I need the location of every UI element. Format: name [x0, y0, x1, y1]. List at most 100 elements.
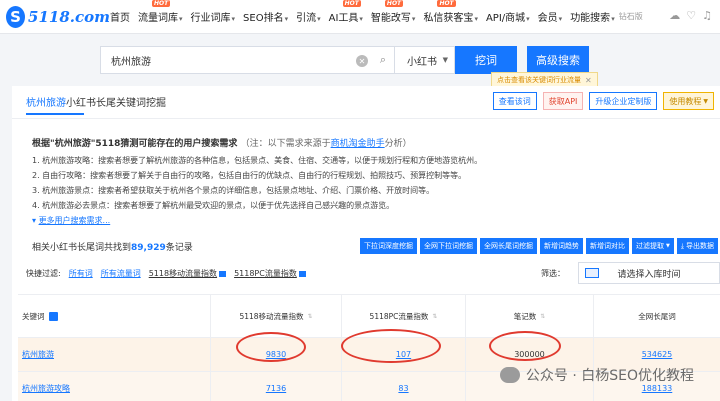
new-word-compare-button[interactable]: 新增词对比 — [586, 238, 630, 254]
get-api-button[interactable]: 获取API — [542, 92, 584, 110]
deep-dropdown-dig-button[interactable]: 下拉词深度挖掘 — [360, 238, 418, 254]
nav-item[interactable]: 智能改写▾ HOT — [370, 0, 415, 24]
cell-keyword[interactable]: 杭州旅游攻略 — [18, 372, 210, 401]
chevron-down-icon: ▾ — [284, 15, 289, 23]
filter-icon — [219, 270, 227, 277]
nav-item-label: 私信获客宝 — [423, 13, 474, 24]
quick-filters: 快捷过滤: 所有词 所有流量词 5118移动流量指数 5118PC流量指数 — [26, 268, 306, 279]
view-keyword-button[interactable]: 查看该词 — [492, 92, 537, 110]
highlight-circle — [341, 329, 441, 363]
col-header-longtail[interactable]: 全网长尾词 — [593, 295, 720, 337]
more-needs-link[interactable]: ▾ 更多用户搜索需求... — [32, 213, 702, 228]
col-header-mobile-label: 5118移动流量指数 — [239, 311, 304, 321]
nav-item-label: 智能改写 — [370, 13, 411, 24]
intro-line: 1. 杭州旅游攻略：搜索者想要了解杭州旅游的各种信息，包括景点、美食、住宿、交通… — [32, 156, 483, 165]
logo-text: 5118.com — [28, 7, 110, 26]
chevron-down-icon: ▼ — [442, 56, 448, 64]
intro-note-link[interactable]: 商机淘金助手 — [331, 139, 385, 149]
heart-icon[interactable]: ♡ — [686, 9, 696, 22]
filter-all-words[interactable]: 所有词 — [69, 268, 93, 279]
watermark: 公众号 · 白杨SEO优化教程 — [499, 365, 694, 385]
cell-mobile-index[interactable]: 7136 — [210, 372, 341, 401]
nav-item-label: SEO排名 — [243, 13, 284, 24]
logo-mark: S — [6, 5, 26, 28]
nav-item-label: 流量词库 — [138, 13, 178, 24]
nav-right-icons: ☁ ♡ ♫ — [669, 9, 712, 22]
nav-item[interactable]: 首页 — [110, 9, 130, 24]
keyword-tool-icon[interactable] — [48, 311, 58, 321]
date-picker-placeholder: 请选择入库时间 — [617, 269, 681, 280]
export-icon: ⤓ — [680, 241, 684, 250]
nav-item[interactable]: 流量词库▾ HOT — [138, 0, 183, 24]
wechat-icon — [499, 367, 520, 383]
dig-button[interactable]: 挖词 — [455, 46, 517, 74]
chevron-down-icon: ▾ — [359, 15, 363, 23]
platform-select[interactable]: 小红书 ▼ — [395, 46, 455, 74]
chevron-down-icon: ▾ — [474, 15, 478, 23]
filter-extract-label: 过滤提取 — [636, 242, 665, 250]
close-icon[interactable]: ✕ — [585, 76, 592, 85]
quick-filter-label: 快捷过滤: — [26, 269, 61, 278]
screen-label: 筛选： — [541, 269, 565, 278]
sort-icon: ⇅ — [540, 312, 546, 320]
col-header-keyword[interactable]: 关键词 — [18, 295, 210, 337]
search-input[interactable]: 杭州旅游 ✕ ⌕ — [100, 46, 395, 74]
nav-item[interactable]: 行业词库▾ — [191, 9, 236, 24]
result-count: 相关小红书长尾词共找到89,929条记录 — [32, 240, 193, 253]
filter-extract-button[interactable]: 过滤提取 ▼ — [632, 238, 674, 254]
nav-item[interactable]: 会员▾ — [538, 9, 563, 24]
advanced-search-button[interactable]: 高级搜索 — [527, 46, 589, 74]
search-bar: 杭州旅游 ✕ ⌕ 小红书 ▼ 挖词 高级搜索 — [100, 46, 589, 74]
web-dropdown-dig-button[interactable]: 全网下拉词挖掘 — [420, 238, 478, 254]
intro-heading-text: 根据"杭州旅游"5118猜测可能存在的用户搜索需求 — [32, 139, 238, 149]
filter-pc-index[interactable]: 5118PC流量指数 — [234, 268, 306, 279]
nav-item[interactable]: 功能搜索▾ — [570, 9, 615, 24]
highlight-circle — [489, 331, 561, 361]
hot-badge: HOT — [384, 0, 404, 7]
search-input-value: 杭州旅游 — [111, 56, 151, 68]
tutorial-label: 使用教程 — [669, 96, 702, 106]
col-header-mobile-index[interactable]: 5118移动流量指数 ⇅ — [210, 295, 341, 337]
cell-pc-index[interactable]: 83 — [341, 372, 465, 401]
nav-item[interactable]: API/商城▾ — [486, 9, 530, 24]
calendar-icon — [585, 268, 599, 278]
export-label: 导出数据 — [686, 242, 714, 250]
bell-icon[interactable]: ♫ — [702, 9, 712, 22]
nav-item-label: 会员 — [537, 13, 558, 24]
export-data-button[interactable]: ⤓ 导出数据 — [676, 238, 718, 254]
logo[interactable]: S 5118.com — [6, 5, 110, 28]
hot-badge: HOT — [342, 0, 361, 7]
col-header-notes-label: 笔记数 — [513, 311, 537, 321]
filter-mobile-index[interactable]: 5118移动流量指数 — [149, 268, 227, 279]
sort-icon: ⇅ — [432, 312, 438, 320]
nav-item[interactable]: AI工具▾ HOT — [329, 0, 363, 24]
sort-icon: ⇅ — [307, 312, 313, 320]
platform-select-value: 小红书 — [407, 56, 437, 68]
divider — [12, 118, 720, 119]
chevron-down-icon: ▾ — [231, 15, 236, 23]
intro-note-suffix: 分析） — [384, 139, 412, 149]
chevron-down-icon: ▼ — [666, 243, 670, 249]
nav-item[interactable]: 私信获客宝▾ HOT — [423, 0, 478, 24]
panel-actions: 查看该词 获取API 升级企业定制版 使用教程 ▼ — [492, 92, 714, 110]
new-word-trend-button[interactable]: 新增词趋势 — [540, 238, 584, 254]
page-title-rest: 小红书长尾关键词挖掘 — [66, 98, 166, 109]
chevron-down-icon: ▾ — [611, 15, 615, 23]
date-picker[interactable]: 请选择入库时间 — [578, 262, 720, 284]
search-icon[interactable]: ⌕ — [380, 53, 386, 67]
nav-item[interactable]: 引流▾ — [296, 9, 321, 24]
page-title: 杭州旅游小红书长尾关键词挖掘 — [26, 94, 166, 109]
clear-icon[interactable]: ✕ — [356, 55, 368, 67]
cell-keyword[interactable]: 杭州旅游 — [18, 338, 210, 371]
tutorial-button[interactable]: 使用教程 ▼ — [663, 92, 714, 110]
watermark-text: 公众号 · 白杨SEO优化教程 — [525, 368, 694, 384]
nav-item-label: 行业词库 — [190, 13, 231, 24]
chevron-down-icon: ▾ — [32, 216, 37, 225]
nav-item[interactable]: SEO排名▾ — [243, 9, 288, 24]
cloud-icon[interactable]: ☁ — [669, 9, 680, 22]
filter-traffic-words[interactable]: 所有流量词 — [101, 268, 141, 279]
enterprise-button[interactable]: 升级企业定制版 — [589, 92, 658, 110]
hot-badge: HOT — [152, 0, 171, 7]
more-needs-label: 更多用户搜索需求... — [38, 216, 111, 225]
web-longtail-dig-button[interactable]: 全网长尾词挖掘 — [480, 238, 538, 254]
